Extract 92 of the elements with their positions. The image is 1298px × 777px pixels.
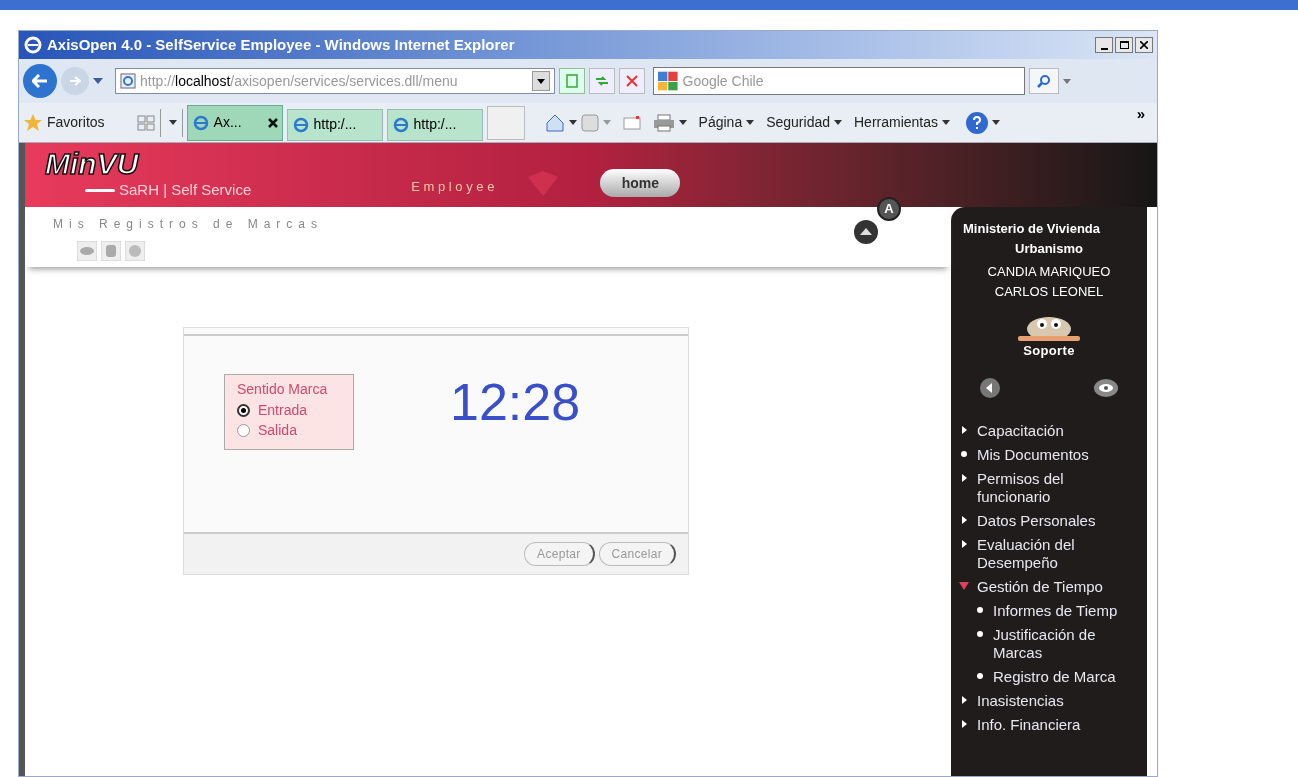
diamond-logo-icon bbox=[526, 169, 561, 197]
menu-item[interactable]: Capacitación bbox=[977, 421, 1064, 440]
search-input[interactable]: Google Chile bbox=[682, 70, 1020, 92]
browser-tab[interactable]: Ax... bbox=[186, 104, 283, 141]
window-title: AxisOpen 4.0 - SelfService Employee - Windows Internet Explorer bbox=[47, 34, 515, 55]
logo-text: MinVU bbox=[45, 148, 140, 179]
left-arrow-icon bbox=[32, 74, 48, 88]
dropdown-arrow-icon bbox=[746, 120, 755, 125]
collapsed-arrow-icon[interactable] bbox=[959, 514, 969, 525]
close-icon bbox=[267, 117, 278, 128]
menu-item[interactable]: Gestión de Tiempo bbox=[977, 577, 1103, 596]
maximize-button[interactable] bbox=[1115, 37, 1133, 53]
printer-icon[interactable] bbox=[652, 113, 675, 132]
menu-item[interactable]: Permisos del funcionario bbox=[977, 469, 1137, 506]
dropdown-arrow-icon[interactable] bbox=[678, 120, 687, 125]
url-text: http://localhost/axisopen/services/services.dll/menu bbox=[140, 71, 458, 91]
bullet-icon bbox=[975, 606, 985, 613]
dropdown-arrow-icon bbox=[942, 120, 951, 125]
font-size-button[interactable]: A bbox=[877, 197, 901, 221]
menu-item[interactable]: Inasistencias bbox=[977, 691, 1064, 710]
support-label[interactable]: Soporte bbox=[1023, 341, 1075, 361]
employee-label: E m p l o y e e bbox=[411, 178, 495, 197]
collapsed-arrow-icon[interactable] bbox=[959, 472, 969, 483]
grid-icon bbox=[137, 114, 156, 131]
search-bar[interactable]: Google Chile bbox=[653, 67, 1025, 95]
menu-item[interactable]: Evaluación del Desempeño bbox=[977, 535, 1137, 572]
collapsed-arrow-icon[interactable] bbox=[959, 718, 969, 729]
radio-label: Entrada bbox=[258, 401, 308, 420]
help-button[interactable] bbox=[966, 111, 989, 134]
home-icon[interactable] bbox=[544, 112, 565, 133]
group-legend: Sentido Marca bbox=[237, 379, 341, 400]
expanded-arrow-icon[interactable] bbox=[959, 581, 969, 590]
organization-name: Ministerio de Vivienda bbox=[962, 220, 1101, 238]
dropdown-arrow-icon bbox=[169, 120, 178, 125]
overflow-chevron[interactable]: » bbox=[1136, 103, 1145, 126]
star-icon bbox=[23, 112, 43, 133]
refresh-icon bbox=[595, 75, 609, 87]
command-menu[interactable]: Página bbox=[698, 112, 755, 133]
search-icon bbox=[1037, 74, 1051, 88]
minimize-icon bbox=[1100, 48, 1108, 50]
subtitle: SaRH | Self Service bbox=[119, 179, 252, 200]
minimize-button[interactable] bbox=[1095, 37, 1113, 53]
browser-tab[interactable]: http:/... bbox=[286, 108, 383, 141]
home-button[interactable]: home bbox=[600, 169, 681, 197]
question-mark-icon bbox=[972, 115, 983, 130]
maximize-icon bbox=[1119, 41, 1129, 49]
address-dropdown-button[interactable] bbox=[532, 71, 550, 91]
collapsed-arrow-icon[interactable] bbox=[959, 694, 969, 705]
radio-button[interactable] bbox=[237, 403, 250, 417]
close-icon bbox=[626, 75, 638, 87]
bullet-icon bbox=[959, 450, 969, 457]
search-button[interactable] bbox=[1029, 68, 1059, 94]
dropdown-arrow-icon bbox=[834, 120, 842, 125]
refresh-button[interactable] bbox=[589, 68, 615, 94]
dropdown-arrow-icon[interactable] bbox=[568, 120, 577, 125]
page-title: Mis Registros de Marcas bbox=[53, 216, 324, 233]
command-menu[interactable]: Herramientas bbox=[854, 112, 951, 133]
bullet-icon bbox=[975, 672, 985, 679]
collapsed-arrow-icon[interactable] bbox=[959, 538, 969, 549]
mail-icon[interactable] bbox=[622, 115, 641, 130]
radio-label: Salida bbox=[258, 421, 297, 440]
browser-tab[interactable]: http:/... bbox=[386, 108, 483, 141]
eye-icon[interactable] bbox=[1093, 376, 1119, 399]
bullet-icon bbox=[975, 630, 985, 637]
browser-logo-icon bbox=[391, 115, 410, 134]
menu-item[interactable]: Datos Personales bbox=[977, 511, 1096, 530]
dropdown-arrow-icon[interactable] bbox=[93, 78, 103, 84]
menu-item[interactable]: Informes de Tiemp bbox=[993, 601, 1118, 620]
menu-item[interactable]: Registro de Marca bbox=[993, 667, 1116, 686]
command-menu[interactable]: Seguridad bbox=[766, 112, 842, 133]
menu-item[interactable]: Justificación de Marcas bbox=[993, 625, 1143, 662]
favorites-button[interactable]: Favoritos bbox=[47, 112, 105, 133]
close-button[interactable] bbox=[1135, 37, 1153, 53]
dropdown-arrow-icon[interactable] bbox=[992, 120, 1001, 125]
radio-button[interactable] bbox=[237, 423, 250, 437]
stop-button[interactable] bbox=[619, 68, 645, 94]
browser-logo-icon bbox=[191, 113, 210, 132]
close-icon bbox=[1140, 41, 1148, 49]
organization-name: Urbanismo bbox=[1015, 239, 1083, 258]
back-button[interactable] bbox=[23, 64, 57, 98]
dropdown-arrow-icon bbox=[537, 78, 545, 84]
user-name: CARLOS LEONEL bbox=[994, 282, 1104, 301]
browser-logo-icon bbox=[23, 35, 43, 55]
user-name: CANDIA MARIQUEO bbox=[987, 263, 1111, 281]
right-arrow-icon bbox=[69, 76, 81, 86]
collapsed-arrow-icon[interactable] bbox=[959, 424, 969, 435]
address-field[interactable]: http://localhost/axisopen/services/services.dll/menu bbox=[115, 68, 555, 94]
search-engine-logo-icon bbox=[658, 71, 679, 91]
menu-item[interactable]: Mis Documentos bbox=[977, 445, 1089, 464]
clock-time: 12:28 bbox=[450, 376, 581, 428]
browser-logo-icon bbox=[291, 115, 310, 134]
menu-item[interactable]: Info. Financiera bbox=[977, 715, 1081, 734]
